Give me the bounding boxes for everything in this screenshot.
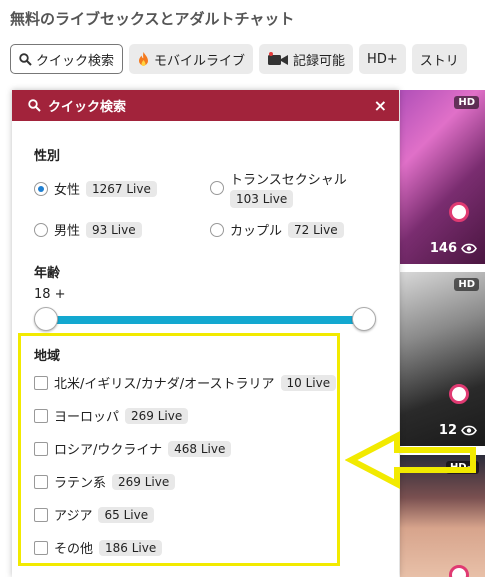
panel-title: クイック検索 — [48, 100, 127, 115]
hd-badge: HD — [454, 96, 479, 109]
gender-option-male[interactable]: 男性 93 Live — [34, 220, 142, 239]
gender-label: 性別 — [34, 149, 61, 164]
brand-logo-icon — [449, 202, 469, 222]
radio-button[interactable] — [34, 181, 48, 196]
fire-icon — [139, 51, 149, 66]
live-count-badge: 103 Live — [230, 190, 294, 208]
page-title: 無料のライブセックスとアダルトチャット — [10, 10, 295, 28]
radio-button[interactable] — [210, 222, 224, 237]
stream-thumbnail[interactable]: HD 12 — [400, 272, 485, 446]
radio-button[interactable] — [34, 222, 48, 237]
live-count-badge: 1267 Live — [86, 180, 157, 197]
region-highlight-box — [18, 333, 340, 566]
option-label: 女性 — [54, 183, 81, 198]
tab-more[interactable]: ストリ — [411, 44, 467, 74]
brand-logo-icon — [449, 565, 469, 577]
age-slider-max-handle[interactable] — [352, 307, 376, 331]
gender-option-transsexual[interactable]: トランスセクシャル 103 Live — [210, 173, 347, 208]
option-label: カップル — [230, 224, 283, 239]
eye-icon — [461, 243, 477, 254]
live-count-badge: 93 Live — [86, 221, 142, 238]
option-label: トランスセクシャル — [230, 173, 347, 188]
tab-label: 記録可能 — [293, 53, 346, 69]
hd-badge: HD — [454, 278, 479, 291]
viewer-count-value: 146 — [429, 241, 457, 256]
tab-label: ストリ — [419, 53, 459, 69]
search-icon — [28, 99, 41, 112]
panel-header: クイック検索 × — [12, 90, 399, 121]
brand-logo-icon — [449, 384, 469, 404]
age-slider-min-handle[interactable] — [34, 307, 58, 331]
tab-label: クイック検索 — [36, 53, 115, 69]
tab-mobile-live[interactable]: モバイルライブ — [129, 44, 254, 74]
age-value: 18 + — [34, 287, 66, 302]
close-icon[interactable]: × — [374, 96, 387, 115]
tab-label: モバイルライブ — [154, 53, 246, 69]
gender-option-female[interactable]: 女性 1267 Live — [34, 179, 157, 198]
live-count-badge: 72 Live — [288, 221, 344, 238]
video-camera-icon — [268, 52, 289, 65]
viewer-count: 146 — [430, 241, 477, 256]
option-label: 男性 — [54, 224, 81, 239]
tab-label: HD+ — [367, 51, 398, 67]
gender-option-couple[interactable]: カップル 72 Live — [210, 220, 344, 239]
left-arrow-icon — [345, 431, 476, 489]
age-label: 年齢 — [34, 266, 61, 281]
age-slider-track[interactable] — [46, 316, 364, 324]
tab-recordable[interactable]: 記録可能 — [259, 44, 354, 74]
radio-button[interactable] — [210, 181, 224, 195]
stream-thumbnail[interactable]: HD 146 — [400, 90, 485, 264]
tab-quick-search[interactable]: クイック検索 — [10, 44, 124, 74]
category-tabs: クイック検索 モバイルライブ 記録可能 HD+ ストリ — [10, 44, 485, 74]
tab-hd-plus[interactable]: HD+ — [359, 44, 406, 74]
search-icon — [19, 52, 32, 66]
